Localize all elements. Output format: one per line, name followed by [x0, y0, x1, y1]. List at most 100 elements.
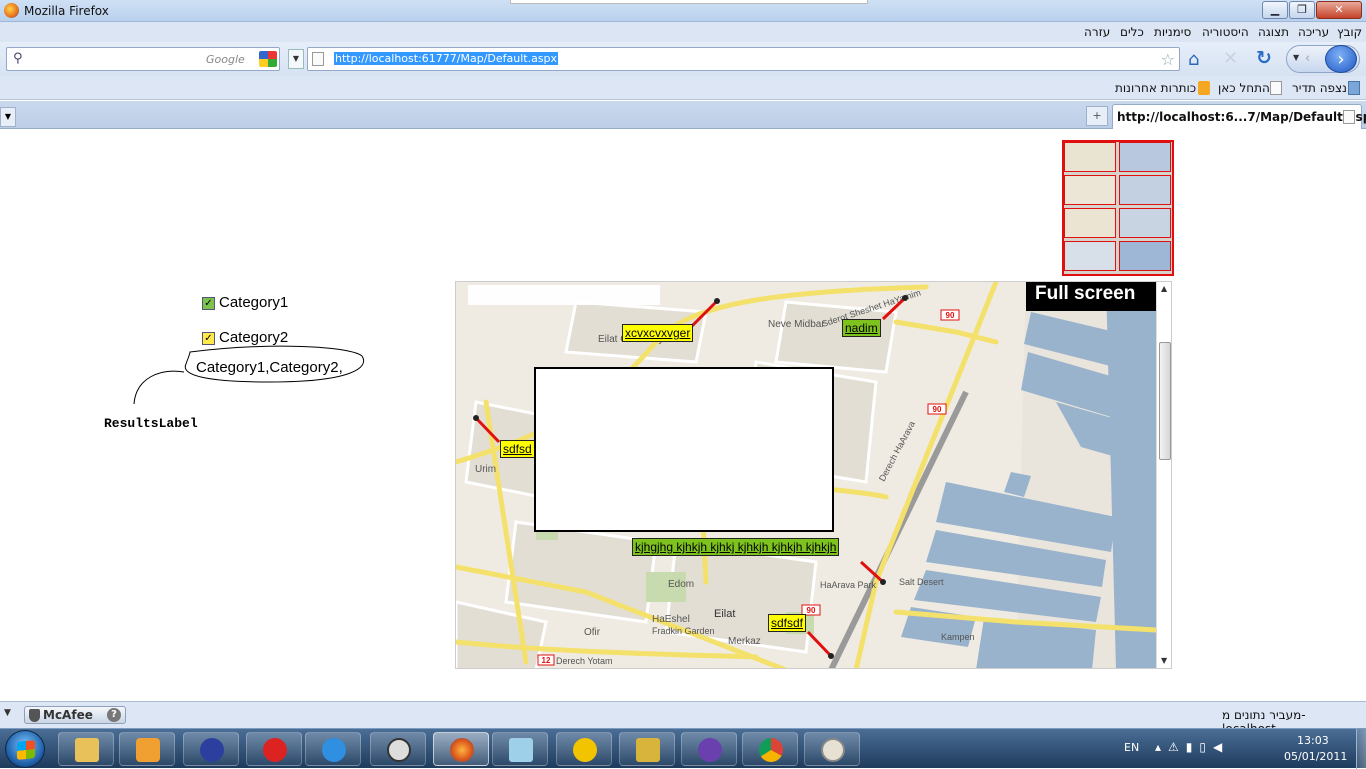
taskbar-visual-studio[interactable]: [681, 732, 737, 766]
search-input[interactable]: ⚲ Google: [6, 47, 280, 71]
start-button[interactable]: [5, 730, 45, 768]
menu-view[interactable]: תצוגה: [1258, 25, 1289, 39]
new-tab-button[interactable]: +: [1086, 106, 1108, 126]
taskbar-notes[interactable]: [492, 732, 548, 766]
taskbar-firefox[interactable]: [433, 732, 489, 766]
menu-help[interactable]: עזרה: [1084, 25, 1110, 39]
map-tile[interactable]: [1064, 142, 1116, 172]
taskbar-clock[interactable]: [370, 732, 426, 766]
results-annotation: ResultsLabel: [104, 416, 198, 431]
language-indicator[interactable]: EN: [1124, 741, 1139, 754]
scroll-up-icon[interactable]: ▲: [1161, 284, 1167, 293]
taskbar-ie-tester[interactable]: [556, 732, 612, 766]
map-info-popup[interactable]: [534, 367, 834, 532]
road-shield-12: 12: [542, 656, 551, 665]
map-tile[interactable]: [1119, 175, 1171, 205]
addon-bar-dropdown-icon[interactable]: ▼: [4, 708, 11, 718]
clock-time[interactable]: 13:03: [1297, 734, 1329, 747]
map-view[interactable]: 90 90 90 12 Eilat Cemetery Neve Midbar U…: [455, 281, 1172, 669]
menu-edit[interactable]: עריכה: [1298, 25, 1329, 39]
map-marker-label[interactable]: sdfsd: [500, 440, 535, 458]
menu-tools[interactable]: כלים: [1120, 25, 1144, 39]
map-marker-label[interactable]: nadim: [842, 319, 881, 337]
help-icon[interactable]: ?: [107, 708, 121, 722]
back-icon[interactable]: ‹: [1305, 51, 1310, 66]
search-icon: ⚲: [13, 51, 23, 66]
taskbar-chrome[interactable]: [742, 732, 798, 766]
map-search-box[interactable]: [468, 285, 660, 305]
taskbar-media-player[interactable]: [119, 732, 175, 766]
maximize-button[interactable]: ❐: [1289, 1, 1315, 19]
menu-bookmarks[interactable]: סימניות: [1154, 25, 1191, 39]
address-bar[interactable]: http://localhost:61777/Map/Default.aspx …: [307, 47, 1180, 71]
map-tile[interactable]: [1064, 208, 1116, 238]
taskbar-user[interactable]: [183, 732, 239, 766]
scrollbar-thumb[interactable]: [1159, 342, 1171, 460]
navigation-toolbar: ⚲ Google ▼ http://localhost:61777/Map/De…: [0, 42, 1366, 76]
place-edom: Edom: [668, 579, 694, 590]
system-tray-icons[interactable]: ▴⚠▮▯◀: [1155, 740, 1229, 754]
taskbar-paint[interactable]: [804, 732, 860, 766]
map-tile[interactable]: [1064, 241, 1116, 271]
page-icon: [312, 52, 324, 66]
map-tile[interactable]: [1119, 142, 1171, 172]
menu-history[interactable]: היסטוריה: [1202, 25, 1249, 39]
place-urim: Urim: [475, 464, 496, 475]
page-icon: [1343, 110, 1355, 124]
place-derech-yotam: Derech Yotam: [556, 656, 613, 666]
forward-icon[interactable]: ›: [1325, 45, 1357, 73]
tab-active[interactable]: http://localhost:6...7/Map/Default.aspx: [1112, 104, 1366, 129]
close-button[interactable]: ✕: [1316, 1, 1362, 19]
taskbar-database-tool[interactable]: [619, 732, 675, 766]
marker-point: [828, 653, 834, 659]
map-tile[interactable]: [1119, 241, 1171, 271]
scroll-down-icon[interactable]: ▼: [1161, 656, 1167, 665]
home-icon[interactable]: ⌂: [1188, 49, 1199, 70]
taskbar-pin[interactable]: [246, 732, 302, 766]
marker-point: [473, 415, 479, 421]
stop-icon[interactable]: ✕: [1223, 48, 1238, 69]
category-1-checkbox[interactable]: ✓: [202, 297, 215, 310]
map-marker-label[interactable]: kjhgjhg kjhkjh kjhkj kjhkjh kjhkjh kjhkj…: [632, 538, 840, 556]
menu-file[interactable]: קובץ: [1337, 25, 1362, 39]
map-tile[interactable]: [1064, 175, 1116, 205]
status-bar: ▼ McAfee ? מעביר נתונים מ-localhost...: [0, 701, 1366, 736]
address-url[interactable]: http://localhost:61777/Map/Default.aspx: [334, 52, 559, 65]
visual-studio-icon: [698, 738, 722, 762]
map-marker-label[interactable]: sdfsdf: [768, 614, 807, 632]
back-forward-buttons[interactable]: ▼ ‹ ›: [1286, 45, 1360, 73]
road-shield-90: 90: [807, 606, 816, 615]
taskbar-explorer[interactable]: [58, 732, 114, 766]
tab-list-dropdown[interactable]: ▼: [0, 107, 16, 127]
paint-palette-icon: [821, 738, 845, 762]
reload-icon[interactable]: ↻: [1256, 47, 1272, 69]
history-dropdown-icon[interactable]: ▼: [1293, 53, 1299, 62]
bookmark-getting-started[interactable]: התחל כאן: [1218, 81, 1270, 95]
minimize-button[interactable]: ▁: [1262, 1, 1288, 19]
ie-tester-icon: [573, 738, 597, 762]
place-ofir: Ofir: [584, 627, 601, 638]
folder-icon: [75, 738, 99, 762]
map-scrollbar[interactable]: ▲ ▼: [1156, 282, 1171, 668]
full-screen-button[interactable]: Full screen: [1026, 282, 1156, 311]
tab-title: http://localhost:6...7/Map/Default.aspx: [1117, 110, 1366, 124]
chrome-icon: [759, 738, 783, 762]
marker-point: [714, 298, 720, 304]
url-history-dropdown[interactable]: ▼: [288, 49, 304, 69]
show-desktop-button[interactable]: [1356, 729, 1366, 769]
mcafee-label: McAfee: [43, 708, 93, 722]
clock-date[interactable]: 05/01/2011: [1284, 750, 1347, 763]
rss-icon: [1198, 81, 1210, 95]
road-shield-90: 90: [946, 311, 955, 320]
bookmark-most-visited[interactable]: נצפה תדיר: [1292, 81, 1347, 95]
mcafee-addon-button[interactable]: McAfee ?: [24, 706, 126, 724]
page-content: ✓ Category1 ✓ Category2 Category1,Catego…: [0, 129, 1366, 701]
taskbar-internet-explorer[interactable]: [305, 732, 361, 766]
google-engine-icon[interactable]: [259, 51, 277, 67]
map-tile[interactable]: [1119, 208, 1171, 238]
map-marker-label[interactable]: xcvxcvxvger: [622, 324, 694, 342]
place-neve-midbar: Neve Midbar: [768, 319, 825, 330]
notepad-icon: [509, 738, 533, 762]
bookmark-star-icon[interactable]: ☆: [1161, 50, 1175, 69]
bookmark-recent-headlines[interactable]: כותרות אחרונות: [1115, 81, 1196, 95]
